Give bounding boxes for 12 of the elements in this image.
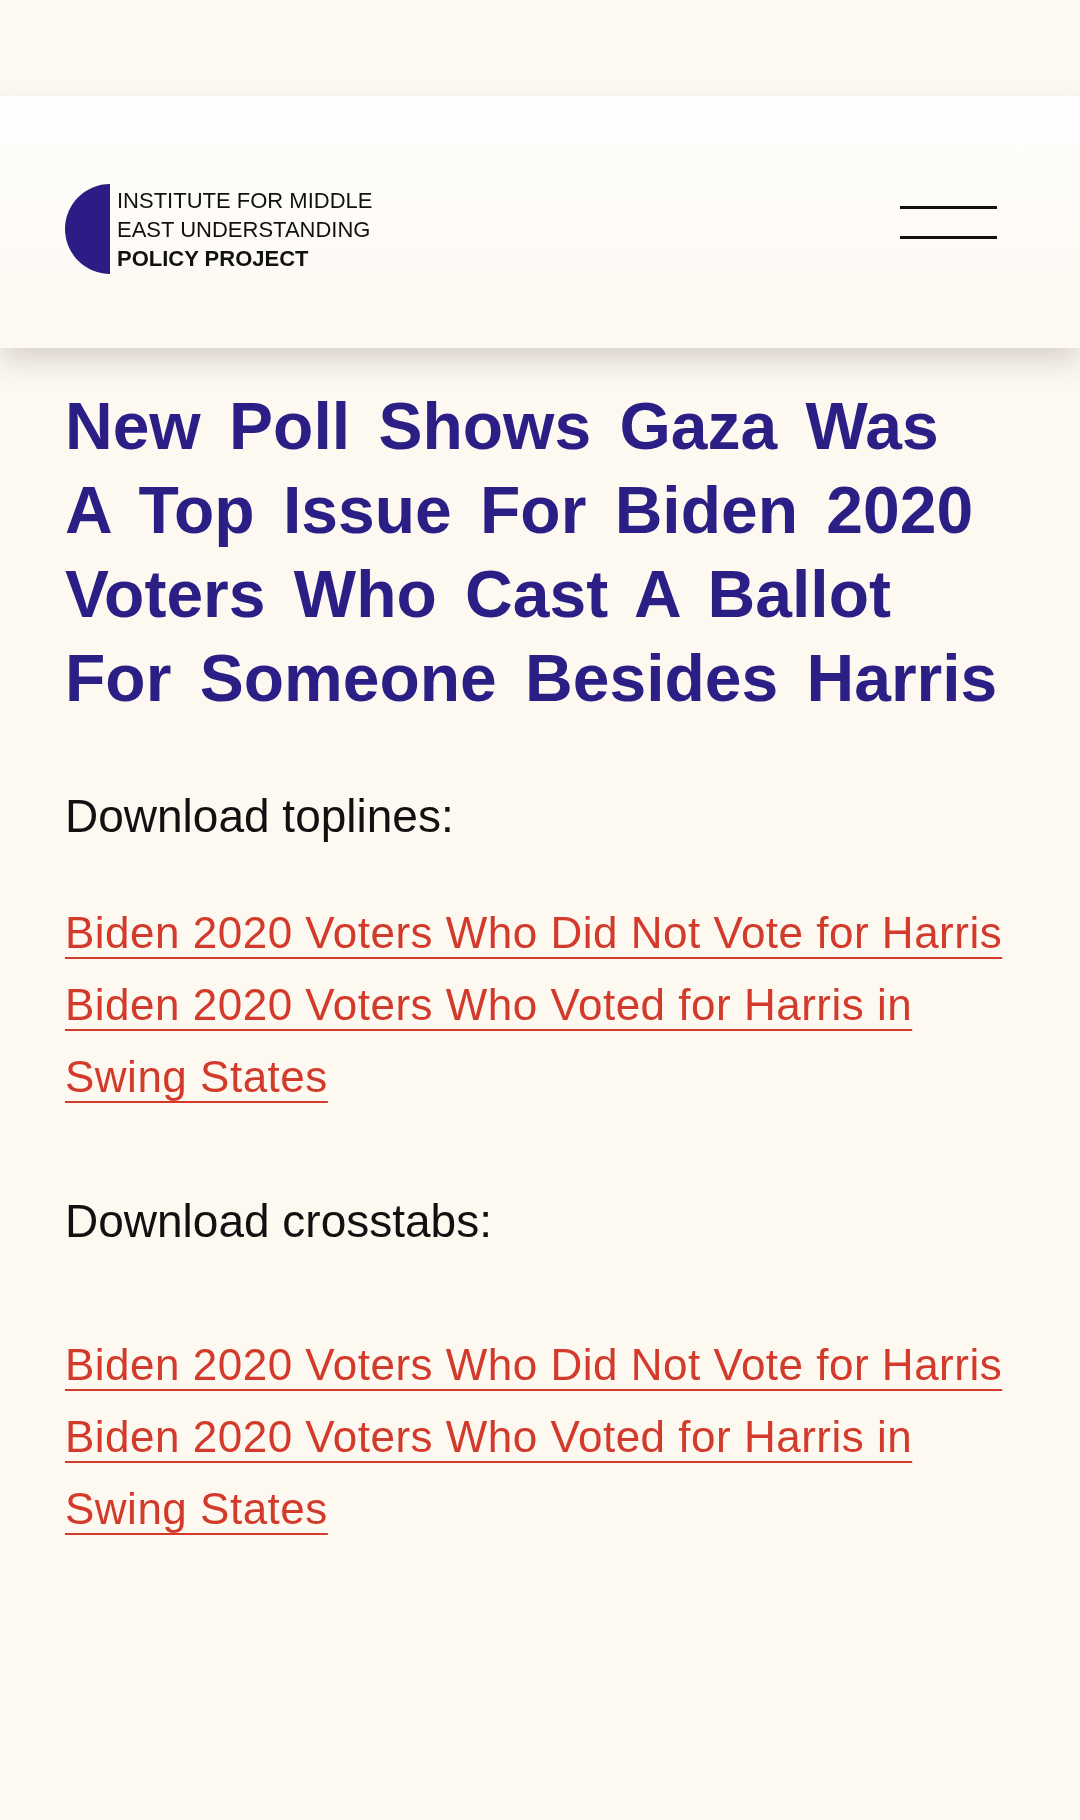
download-link[interactable]: Biden 2020 Voters Who Voted for Harris in Swing States (65, 1401, 1015, 1545)
menu-button[interactable] (900, 205, 997, 239)
section-label: Download toplines: (65, 791, 455, 841)
article-title: New Poll Shows Gaza Was A Top Issue For Biden 2020 Voters Who Cast A Ballot For Someone Besides Harris (65, 388, 999, 717)
half-circle-logo-icon (65, 184, 110, 274)
organization-name: INSTITUTE FOR MIDDLE EAST UNDERSTANDING (117, 186, 374, 244)
download-link[interactable]: Biden 2020 Voters Who Did Not Vote for Harris (65, 1329, 1003, 1401)
download-link[interactable]: Biden 2020 Voters Who Did Not Vote for Harris (65, 897, 1003, 969)
menu-icon (900, 205, 997, 239)
section-label: Download crosstabs: (65, 1196, 493, 1246)
project-name: POLICY PROJECT (117, 244, 310, 273)
download-link[interactable]: Biden 2020 Voters Who Voted for Harris in Swing States (65, 969, 1015, 1113)
